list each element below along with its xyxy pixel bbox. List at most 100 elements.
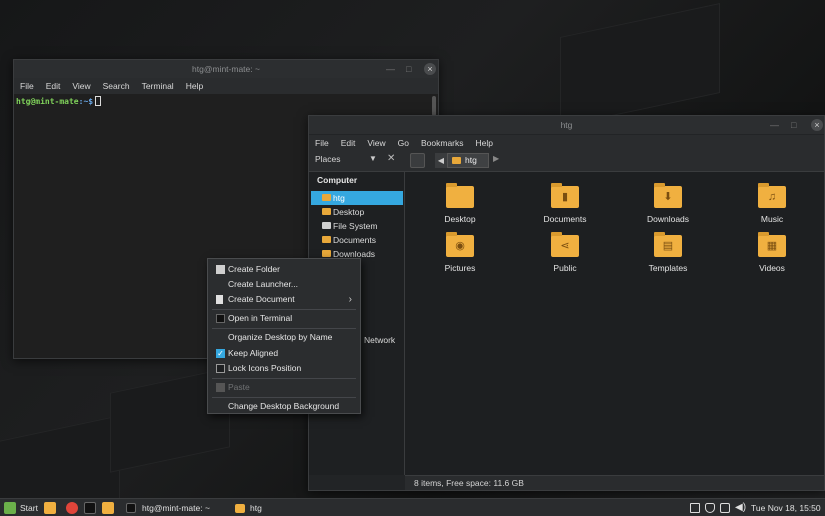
menu-item-label: Organize Desktop by Name (228, 332, 333, 342)
menu-item-lock-icons[interactable]: Lock Icons Position (208, 361, 360, 376)
update-icon[interactable] (720, 503, 730, 513)
menu-separator (212, 309, 356, 310)
file-manager-window[interactable]: htg — □ × File Edit View Go Bookmarks He… (308, 115, 825, 491)
sidebar-item-label: htg (333, 193, 345, 203)
wallpaper-shape (0, 415, 120, 498)
menu-item-change-background[interactable]: Change Desktop Background (208, 399, 360, 414)
menu-item-keep-aligned[interactable]: ✓ Keep Aligned (208, 346, 360, 361)
menu-go[interactable]: Go (392, 138, 415, 148)
minimize-button[interactable]: — (770, 116, 779, 134)
menu-search[interactable]: Search (97, 81, 136, 91)
sidebar-item-label: File System (333, 221, 378, 231)
sidebar-item-documents[interactable]: Documents (311, 233, 403, 247)
share-folder-icon: ⋖ (551, 232, 579, 257)
document-folder-icon: ▮ (551, 183, 579, 208)
volume-icon[interactable]: ◀) (735, 499, 746, 516)
terminal-launcher-icon[interactable] (84, 502, 96, 514)
chevron-right-icon[interactable]: ▶ (493, 154, 499, 163)
checkbox-checked-icon[interactable]: ✓ (216, 349, 225, 358)
start-button[interactable]: Start (20, 499, 38, 516)
menu-item-organize[interactable]: Organize Desktop by Name (208, 330, 360, 345)
minimize-button[interactable]: — (386, 60, 395, 78)
menu-item-label: Keep Aligned (228, 348, 279, 358)
chevron-left-icon[interactable]: ◀ (435, 153, 447, 168)
chevron-down-icon[interactable]: ▼ (369, 154, 377, 163)
prompt-path: :~$ (78, 97, 94, 106)
menu-item-label: Lock Icons Position (228, 363, 302, 373)
checkbox-icon[interactable] (216, 364, 225, 373)
folder-documents[interactable]: ▮ Documents (525, 183, 605, 224)
menu-separator (212, 397, 356, 398)
file-manager-titlebar[interactable]: htg (309, 116, 824, 134)
menu-edit[interactable]: Edit (40, 81, 67, 91)
close-button[interactable]: × (424, 63, 436, 75)
folder-label: Videos (759, 263, 785, 273)
menu-item-open-terminal[interactable]: Open in Terminal (208, 311, 360, 326)
menu-edit[interactable]: Edit (335, 138, 362, 148)
folder-desktop[interactable]: Desktop (420, 183, 500, 224)
task-files[interactable]: htg (250, 499, 262, 516)
menu-help[interactable]: Help (470, 138, 499, 148)
window-title: htg@mint-mate: ~ (192, 64, 260, 74)
music-folder-icon: ♫ (758, 183, 786, 208)
video-folder-icon: ▦ (758, 232, 786, 257)
files-launcher-icon[interactable] (102, 502, 114, 514)
menu-view[interactable]: View (66, 81, 96, 91)
folder-public[interactable]: ⋖ Public (525, 232, 605, 273)
folder-icon (446, 183, 474, 208)
shield-icon[interactable] (705, 503, 715, 513)
sidebar-item-file-system[interactable]: File System (311, 219, 403, 233)
menu-bookmarks[interactable]: Bookmarks (415, 138, 470, 148)
sidebar-heading: Computer (317, 175, 358, 185)
scrollbar[interactable] (432, 96, 436, 116)
menu-view[interactable]: View (361, 138, 391, 148)
maximize-button[interactable]: □ (791, 116, 796, 134)
task-terminal[interactable]: htg@mint-mate: ~ (142, 499, 210, 516)
menu-item-create-document[interactable]: Create Document › (208, 292, 360, 307)
home-folder-icon (452, 157, 461, 164)
folder-launcher-icon[interactable] (44, 502, 56, 514)
folder-label: Pictures (444, 263, 476, 273)
mint-logo-icon (4, 502, 16, 514)
folder-label: Downloads (646, 214, 690, 224)
menu-item-create-folder[interactable]: Create Folder (208, 262, 360, 277)
clipboard-icon[interactable] (690, 503, 700, 513)
menu-item-create-launcher[interactable]: Create Launcher... (208, 277, 360, 292)
clock[interactable]: Tue Nov 18, 15:50 (751, 499, 821, 516)
menu-file[interactable]: File (14, 81, 40, 91)
edit-location-button[interactable] (410, 153, 425, 168)
folder-label: Desktop (444, 214, 476, 224)
folder-pictures[interactable]: ◉ Pictures (420, 232, 500, 273)
prompt-user: htg@mint-mate (16, 97, 79, 106)
terminal-titlebar[interactable]: htg@mint-mate: ~ (14, 60, 438, 78)
menu-separator (212, 378, 356, 379)
maximize-button[interactable]: □ (406, 60, 411, 78)
breadcrumb-home[interactable]: htg (447, 153, 489, 168)
wallpaper-shape (560, 2, 720, 128)
file-view[interactable]: Desktop ▮ Documents ⬇ Downloads ♫ Music … (405, 172, 824, 475)
sidebar-item-network[interactable]: Network (364, 335, 395, 345)
sidebar-item-htg[interactable]: htg (311, 191, 403, 205)
folder-templates[interactable]: ▤ Templates (628, 232, 708, 273)
close-button[interactable]: × (811, 119, 823, 131)
download-folder-icon: ⬇ (654, 183, 682, 208)
pictures-folder-icon: ◉ (446, 232, 474, 257)
folder-icon (322, 236, 331, 243)
menu-help[interactable]: Help (180, 81, 209, 91)
menu-item-label: Create Folder (228, 264, 280, 274)
folder-videos[interactable]: ▦ Videos (732, 232, 812, 273)
close-sidebar-icon[interactable]: ✕ (387, 153, 395, 164)
menu-terminal[interactable]: Terminal (136, 81, 180, 91)
drive-icon (322, 222, 331, 229)
sidebar-item-label: Desktop (333, 207, 365, 217)
chevron-right-icon: › (348, 294, 352, 305)
sidebar-item-desktop[interactable]: Desktop (311, 205, 403, 219)
folder-music[interactable]: ♫ Music (732, 183, 812, 224)
paste-icon (216, 383, 225, 392)
browser-launcher-icon[interactable] (66, 502, 78, 514)
window-title: htg (560, 120, 573, 130)
folder-downloads[interactable]: ⬇ Downloads (628, 183, 708, 224)
places-selector[interactable]: Places (315, 154, 341, 164)
menu-file[interactable]: File (309, 138, 335, 148)
folder-icon (322, 250, 331, 257)
